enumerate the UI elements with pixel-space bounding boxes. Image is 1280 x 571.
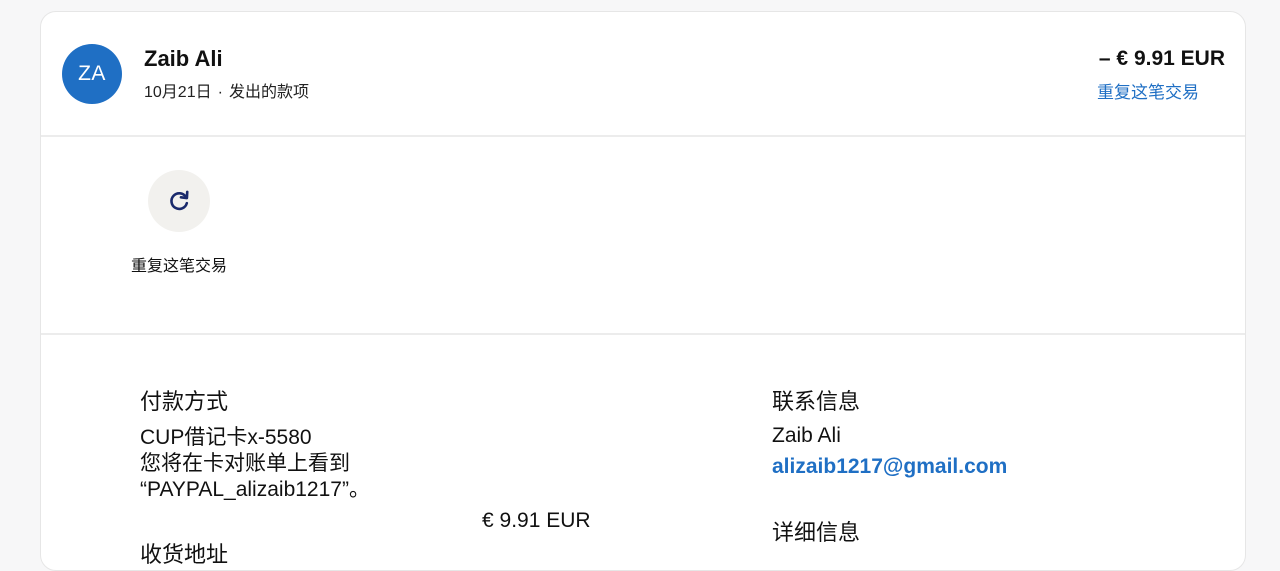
transaction-meta: 10月21日 · 发出的款项 <box>144 78 309 102</box>
statement-note-line1: 您将在卡对账单上看到 <box>140 452 350 475</box>
transaction-card: ZA Zaib Ali 10月21日 · 发出的款项 – € 9.91 EUR 重复… <box>40 11 1246 571</box>
divider <box>41 135 1245 137</box>
contact-email-link[interactable]: alizaib1217@gmail.com <box>772 455 1007 479</box>
payment-method-title: 付款方式 <box>140 389 229 414</box>
transaction-amount: – € 9.91 EUR <box>1098 47 1225 70</box>
contact-info-title: 联系信息 <box>772 389 861 414</box>
avatar-initials: ZA <box>78 62 106 85</box>
details-title: 详细信息 <box>772 520 861 545</box>
repeat-transaction-link[interactable]: 重复这笔交易 <box>1097 78 1199 103</box>
avatar: ZA <box>62 44 122 104</box>
payment-amount: € 9.91 EUR <box>482 509 591 532</box>
refresh-icon <box>170 190 189 211</box>
payment-method: CUP借记卡x-5580 <box>140 426 312 449</box>
shipping-address-title: 收货地址 <box>140 542 229 567</box>
recipient-name: Zaib Ali <box>144 46 223 71</box>
meta-separator: · <box>217 84 223 101</box>
transaction-type: 发出的款项 <box>228 84 309 101</box>
repeat-action-circle[interactable] <box>148 170 210 232</box>
transaction-header: ZA Zaib Ali 10月21日 · 发出的款项 – € 9.91 EUR 重复… <box>41 12 1245 136</box>
repeat-transaction-button[interactable]: 重复这笔交易 <box>129 170 229 280</box>
repeat-action-label: 重复这笔交易 <box>131 258 228 275</box>
transaction-date: 10月21日 <box>144 84 212 101</box>
contact-name: Zaib Ali <box>772 424 841 447</box>
divider <box>41 333 1245 335</box>
statement-note-line2: “PAYPAL_alizaib1217”。 <box>140 478 370 501</box>
